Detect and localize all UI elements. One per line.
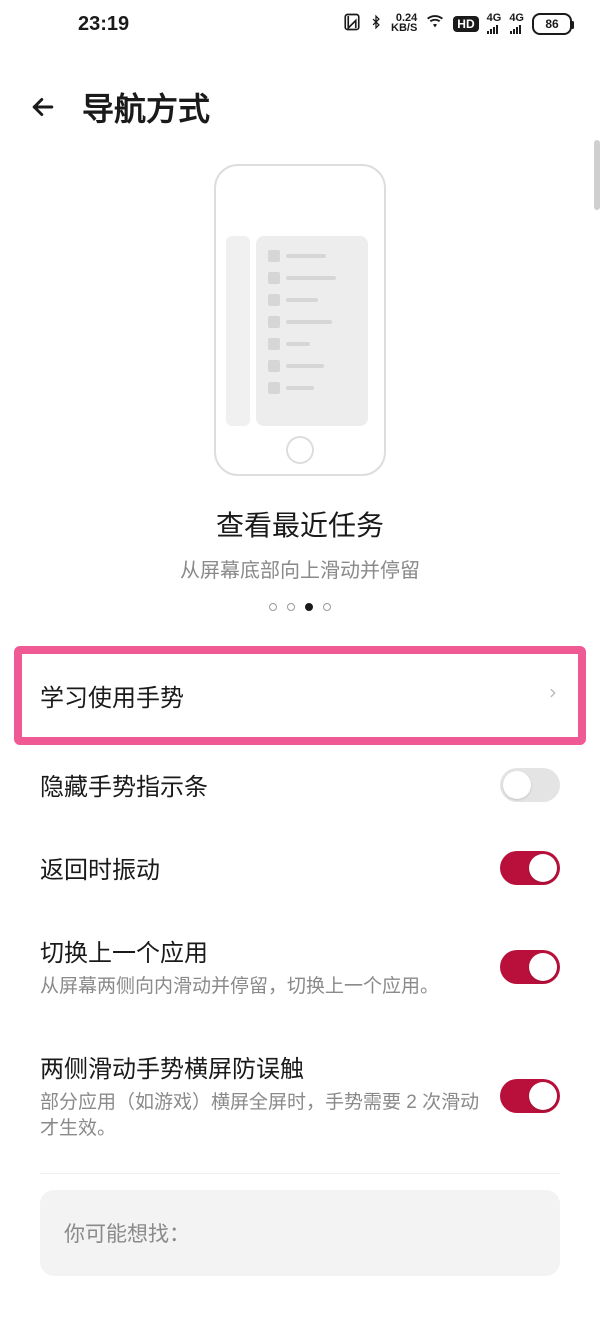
page-title: 导航方式 — [82, 84, 210, 130]
carousel-dot[interactable] — [269, 603, 277, 611]
carousel-dot[interactable] — [305, 603, 313, 611]
status-icons: 0.24 KB/S HD 4G 4G 86 — [343, 13, 572, 36]
preview-title: 查看最近任务 — [216, 504, 384, 544]
row-label: 隐藏手势指示条 — [40, 767, 484, 802]
signal-1: 4G — [487, 14, 502, 34]
row-sublabel: 部分应用（如游戏）横屏全屏时，手势需要 2 次滑动才生效。 — [40, 1090, 484, 1143]
row-hide-indicator[interactable]: 隐藏手势指示条 — [40, 743, 560, 826]
battery-indicator: 86 — [532, 13, 572, 35]
row-sublabel: 从屏幕两侧向内滑动并停留，切换上一个应用。 — [40, 974, 484, 1001]
row-learn-gestures[interactable]: 学习使用手势 — [40, 648, 560, 743]
carousel-dot[interactable] — [287, 603, 295, 611]
hd-badge: HD — [453, 16, 478, 32]
status-time: 23:19 — [28, 13, 343, 36]
divider — [40, 1173, 560, 1174]
row-switch-previous-app[interactable]: 切换上一个应用 从屏幕两侧向内滑动并停留，切换上一个应用。 — [40, 909, 560, 1025]
toggle-hide-indicator[interactable] — [500, 768, 560, 802]
bluetooth-icon — [369, 13, 383, 36]
back-button[interactable] — [28, 92, 58, 122]
toggle-vibrate[interactable] — [500, 851, 560, 885]
phone-mock-illustration — [214, 164, 386, 476]
carousel-dot[interactable] — [323, 603, 331, 611]
row-label: 两侧滑动手势横屏防误触 — [40, 1049, 484, 1084]
page-header: 导航方式 — [0, 48, 600, 154]
network-speed: 0.24 KB/S — [391, 14, 417, 34]
scrollbar[interactable] — [594, 140, 600, 210]
settings-list: 学习使用手势 隐藏手势指示条 返回时振动 切换上一个应用 从屏幕两侧向内滑动并停… — [0, 647, 600, 1174]
toggle-landscape[interactable] — [500, 1079, 560, 1113]
row-landscape-protection[interactable]: 两侧滑动手势横屏防误触 部分应用（如游戏）横屏全屏时，手势需要 2 次滑动才生效… — [40, 1025, 560, 1167]
wifi-icon — [425, 14, 445, 35]
gesture-preview[interactable]: 查看最近任务 从屏幕底部向上滑动并停留 — [0, 154, 600, 635]
toggle-switch-app[interactable] — [500, 950, 560, 984]
preview-subtitle: 从屏幕底部向上滑动并停留 — [180, 554, 420, 583]
signal-2: 4G — [509, 14, 524, 34]
row-label: 切换上一个应用 — [40, 933, 484, 968]
suggestion-card[interactable]: 你可能想找： — [40, 1190, 560, 1276]
nfc-icon — [343, 13, 361, 36]
carousel-dots[interactable] — [269, 603, 331, 611]
row-label: 学习使用手势 — [40, 678, 530, 713]
row-vibrate-on-back[interactable]: 返回时振动 — [40, 826, 560, 909]
suggestion-title: 你可能想找： — [64, 1218, 536, 1248]
chevron-right-icon — [546, 682, 560, 709]
status-bar: 23:19 0.24 KB/S HD 4G 4G 86 — [0, 0, 600, 48]
row-label: 返回时振动 — [40, 850, 484, 885]
